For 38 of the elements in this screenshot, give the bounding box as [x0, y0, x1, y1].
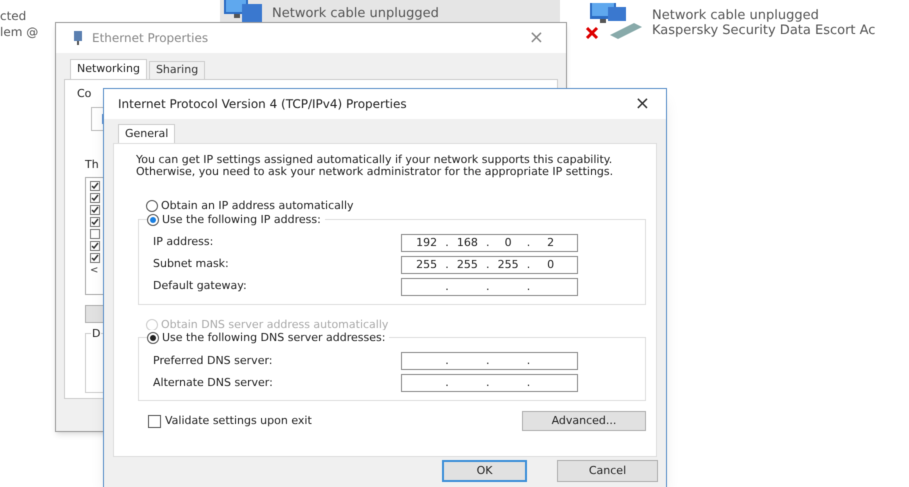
field-label: Preferred DNS server:: [153, 352, 274, 369]
adapter-name: Kaspersky Security Data Escort Ac: [652, 23, 876, 38]
checkbox[interactable]: [90, 241, 100, 251]
connection-item[interactable]: Network cable unplugged: [220, 0, 560, 22]
connection-status: Network cable unplugged: [272, 6, 439, 21]
tab[interactable]: General: [118, 124, 176, 143]
checkbox[interactable]: [90, 253, 100, 263]
connection-status: Network cable unplugged: [652, 8, 820, 23]
field-label: Alternate DNS server:: [153, 374, 274, 391]
checkbox[interactable]: [90, 229, 100, 239]
connection-label: cted: [0, 8, 28, 24]
checkbox[interactable]: [90, 193, 100, 203]
field-label: Th: [85, 156, 99, 172]
field-label: Co: [77, 86, 92, 102]
ip-address-field[interactable]: . . .: [401, 374, 578, 392]
dialog-title: Internet Protocol Version 4 (TCP/IPv4) Properties: [118, 96, 408, 113]
checkbox[interactable]: Validate settings upon exit: [148, 412, 312, 430]
field-label: IP address:: [153, 234, 214, 250]
field-label: Subnet mask:: [153, 256, 230, 272]
dialog-button[interactable]: OK: [442, 460, 527, 482]
close-button[interactable]: ×: [628, 95, 656, 113]
window-title: Ethernet Properties: [92, 30, 210, 47]
intro-text: You can get IP settings assigned automatically if your network supports this capability. Otherwise, you need to ask your network administrator for the appropriate IP settings.: [135, 154, 614, 178]
ip-address-field[interactable]: 255 . 255 . 255 . 0: [401, 256, 578, 274]
checkbox[interactable]: [90, 217, 100, 227]
ip-address-field[interactable]: . . .: [401, 352, 578, 370]
field-label: Default gateway:: [153, 278, 248, 294]
ip-address-field[interactable]: 192 . 168 . 0 . 2: [401, 234, 578, 252]
tab[interactable]: Networking: [70, 59, 147, 79]
close-button[interactable]: ×: [522, 29, 550, 47]
checkbox[interactable]: [90, 181, 100, 191]
tab[interactable]: Sharing: [148, 61, 206, 79]
radio-button[interactable]: Use the following IP address:: [147, 212, 325, 228]
checkbox[interactable]: [90, 205, 100, 215]
connection-label: lem @: [0, 24, 38, 40]
ip-address-field[interactable]: . . .: [401, 278, 578, 296]
advanced-button[interactable]: Advanced...: [522, 411, 646, 431]
dialog-button[interactable]: Cancel: [557, 460, 658, 482]
